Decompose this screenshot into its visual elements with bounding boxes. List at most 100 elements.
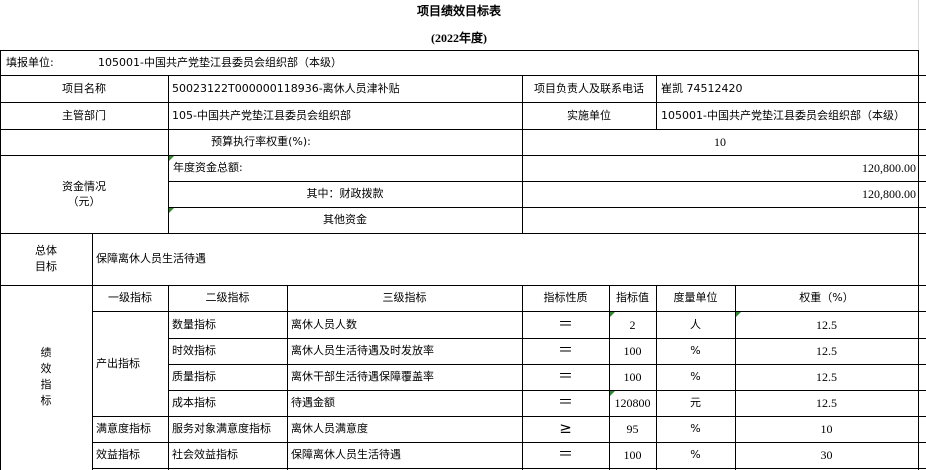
budget-weight-label: 预算执行率权重(%): — [211, 135, 311, 148]
level3-indicator: 离休人员生活待遇及时发放率 — [291, 344, 434, 357]
side-char: 效 — [40, 362, 52, 375]
header-weight: 权重（%） — [799, 291, 854, 304]
indicator-weight: 12.5 — [816, 318, 837, 332]
overall-goal-value: 保障离休人员生活待遇 — [96, 252, 206, 265]
level1-benefit: 效益指标 — [96, 448, 140, 461]
level3-indicator: 离休人员满意度 — [291, 422, 368, 435]
side-char: 绩 — [40, 346, 52, 359]
funding-label: 资金情况 — [62, 180, 106, 193]
indicator-nature: ＝ — [557, 315, 573, 333]
row-line — [0, 102, 926, 103]
indicator-value: 95 — [626, 422, 639, 436]
project-name-label: 项目名称 — [62, 82, 106, 95]
budget-weight-value: 10 — [714, 135, 726, 149]
row-line — [168, 390, 926, 391]
side-char: 标 — [40, 394, 52, 407]
cell-marker-icon — [610, 391, 615, 396]
implementing-unit-label: 实施单位 — [567, 109, 611, 122]
row-line — [92, 311, 926, 312]
header-level3: 三级指标 — [382, 291, 427, 304]
indicator-value: 100 — [623, 344, 642, 358]
sheet-gridline — [918, 0, 919, 50]
funding-unit-label: （元） — [67, 195, 101, 208]
measure-unit: % — [690, 344, 701, 357]
level2-indicator: 服务对象满意度指标 — [172, 422, 271, 435]
level3-indicator: 保障离休人员生活待遇 — [291, 448, 401, 461]
indicator-nature: ＝ — [557, 341, 573, 359]
level3-indicator: 待遇金额 — [291, 396, 335, 409]
measure-unit: % — [690, 448, 701, 461]
measure-unit: % — [690, 370, 701, 383]
table-year: (2022年度) — [431, 31, 487, 45]
performance-side-label: 绩 效 指 标 — [39, 345, 53, 409]
cell-marker-icon — [610, 312, 615, 317]
row-line — [0, 233, 926, 234]
row-line — [0, 285, 926, 286]
cell-marker-icon — [169, 208, 174, 213]
indicator-weight: 30 — [820, 448, 833, 462]
indicator-value: 100 — [623, 370, 642, 384]
row-line — [168, 181, 926, 182]
project-name-value: 50023122T000000118936-离休人员津补贴 — [172, 82, 400, 95]
level2-indicator: 数量指标 — [172, 318, 216, 331]
indicator-nature: ≥ — [559, 419, 572, 437]
level1-output: 产出指标 — [96, 357, 140, 370]
header-level1: 一级指标 — [108, 291, 152, 304]
annual-total-label: 年度资金总额: — [173, 161, 243, 174]
competent-dept-value: 105-中国共产党垫江县委员会组织部 — [172, 109, 351, 122]
col-line — [168, 285, 169, 470]
header-nature: 指标性质 — [543, 291, 588, 304]
row-line — [0, 155, 926, 156]
measure-unit: 人 — [690, 318, 701, 331]
indicator-weight: 12.5 — [816, 396, 837, 410]
row-line — [0, 75, 926, 76]
indicator-nature: ＝ — [557, 393, 573, 411]
table-title: 项目绩效目标表 — [416, 4, 501, 18]
fiscal-allocation-label: 其中：财政拨款 — [306, 187, 384, 200]
col-line — [918, 50, 919, 470]
other-funds-label: 其他资金 — [323, 213, 367, 226]
cell-marker-icon — [169, 156, 174, 161]
implementing-unit-value: 105001-中国共产党垫江县委员会组织部（本级） — [661, 109, 905, 122]
row-line — [92, 468, 926, 469]
indicator-weight: 12.5 — [816, 344, 837, 358]
row-line — [92, 416, 926, 417]
level2-indicator: 社会效益指标 — [172, 448, 238, 461]
level1-satisfaction: 满意度指标 — [96, 422, 151, 435]
fiscal-allocation-value: 120,800.00 — [862, 187, 916, 201]
cell-marker-icon — [736, 312, 741, 317]
col-line — [287, 285, 288, 470]
row-line — [92, 442, 926, 443]
indicator-value: 2 — [629, 318, 636, 332]
row-line — [168, 207, 926, 208]
col-line — [656, 75, 657, 129]
row-line — [168, 364, 926, 365]
measure-unit: 元 — [690, 396, 701, 409]
header-unit: 度量单位 — [673, 291, 718, 304]
competent-dept-label: 主管部门 — [62, 109, 106, 122]
indicator-weight: 12.5 — [816, 370, 837, 384]
filling-unit-label: 填报单位: — [6, 56, 54, 69]
indicator-nature: ＝ — [557, 445, 573, 463]
indicator-weight: 10 — [820, 422, 833, 436]
row-line — [168, 338, 926, 339]
row-line — [0, 129, 926, 130]
level2-indicator: 时效指标 — [172, 344, 216, 357]
measure-unit: % — [690, 422, 701, 435]
indicator-value: 100 — [623, 448, 642, 462]
header-level2: 二级指标 — [205, 291, 250, 304]
filling-unit-value: 105001-中国共产党垫江县委员会组织部（本级） — [98, 56, 342, 69]
level3-indicator: 离休人员人数 — [291, 318, 357, 331]
indicator-value: 120800 — [614, 396, 651, 410]
project-leader-value: 崔凯 74512420 — [661, 82, 743, 95]
annual-total-value: 120,800.00 — [862, 161, 916, 175]
project-leader-label: 项目负责人及联系电话 — [534, 82, 644, 95]
indicator-nature: ＝ — [557, 367, 573, 385]
row-line — [0, 50, 918, 51]
header-value: 指标值 — [616, 291, 649, 304]
side-char: 指 — [40, 378, 52, 391]
col-line — [92, 233, 93, 470]
overall-goal-label-2: 目标 — [35, 260, 57, 273]
overall-goal-label: 总体 — [35, 244, 57, 257]
level2-indicator: 成本指标 — [172, 396, 216, 409]
